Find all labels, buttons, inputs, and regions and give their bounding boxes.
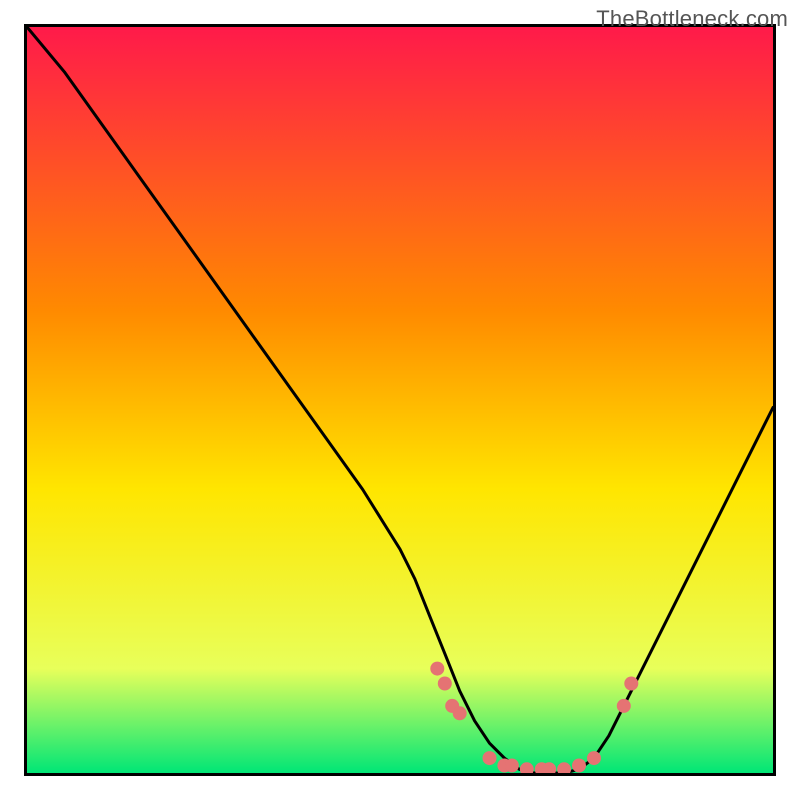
data-point	[587, 751, 601, 765]
data-point	[505, 759, 519, 773]
data-point	[483, 751, 497, 765]
data-point	[617, 699, 631, 713]
heat-background	[27, 27, 773, 773]
plot-area	[24, 24, 776, 776]
data-point	[624, 677, 638, 691]
data-point	[438, 677, 452, 691]
chart-svg	[27, 27, 773, 773]
data-point	[453, 706, 467, 720]
data-point	[430, 662, 444, 676]
chart-container: TheBottleneck.com	[0, 0, 800, 800]
data-point	[572, 759, 586, 773]
watermark-text: TheBottleneck.com	[596, 6, 788, 32]
